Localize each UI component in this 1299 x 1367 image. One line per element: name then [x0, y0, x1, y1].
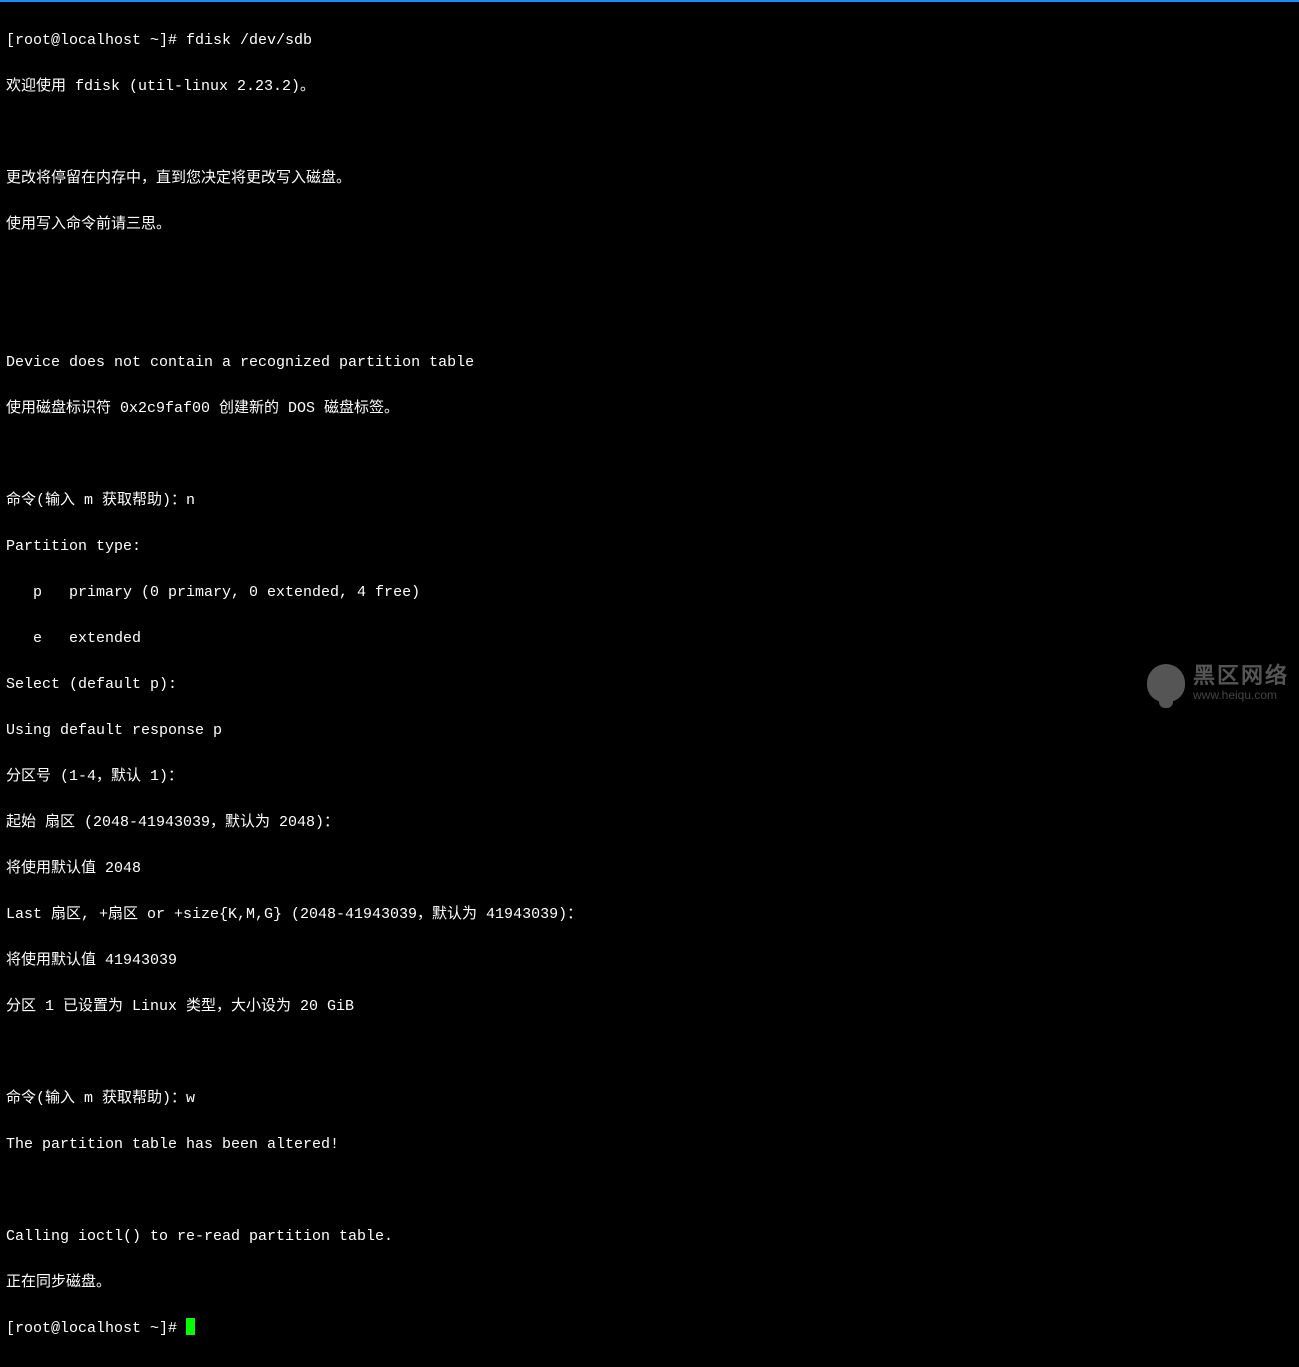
output-line: 起始 扇区 (2048-41943039，默认为 2048)： — [6, 811, 1293, 834]
output-line: 将使用默认值 41943039 — [6, 949, 1293, 972]
watermark: 黑区网络 www.heiqu.com — [1147, 664, 1289, 702]
watermark-title: 黑区网络 — [1193, 664, 1289, 688]
output-line: 更改将停留在内存中，直到您决定将更改写入磁盘。 — [6, 167, 1293, 190]
watermark-url: www.heiqu.com — [1193, 689, 1289, 702]
command-line-2: [root@localhost ~]# — [6, 1317, 1293, 1340]
cursor-icon — [186, 1318, 195, 1335]
output-line — [6, 305, 1293, 328]
output-line: 正在同步磁盘。 — [6, 1271, 1293, 1294]
watermark-text: 黑区网络 www.heiqu.com — [1193, 664, 1289, 701]
output-line: The partition table has been altered! — [6, 1133, 1293, 1156]
output-line — [6, 1041, 1293, 1064]
output-line: 欢迎使用 fdisk (util-linux 2.23.2)。 — [6, 75, 1293, 98]
output-line — [6, 443, 1293, 466]
output-line — [6, 259, 1293, 282]
output-line: 分区号 (1-4，默认 1)： — [6, 765, 1293, 788]
output-line: Select (default p): — [6, 673, 1293, 696]
output-line: Last 扇区, +扇区 or +size{K,M,G} (2048-41943… — [6, 903, 1293, 926]
output-line: 命令(输入 m 获取帮助)：n — [6, 489, 1293, 512]
output-line: 将使用默认值 2048 — [6, 857, 1293, 880]
output-line: 命令(输入 m 获取帮助)：w — [6, 1087, 1293, 1110]
command-line-1: [root@localhost ~]# fdisk /dev/sdb — [6, 29, 1293, 52]
command: fdisk /dev/sdb — [186, 32, 312, 49]
terminal[interactable]: [root@localhost ~]# fdisk /dev/sdb 欢迎使用 … — [0, 2, 1299, 1367]
output-line: 分区 1 已设置为 Linux 类型，大小设为 20 GiB — [6, 995, 1293, 1018]
prompt: [root@localhost ~]# — [6, 32, 186, 49]
prompt: [root@localhost ~]# — [6, 1320, 186, 1337]
output-line — [6, 121, 1293, 144]
output-line: Device does not contain a recognized par… — [6, 351, 1293, 374]
output-line: e extended — [6, 627, 1293, 650]
output-line: Calling ioctl() to re-read partition tab… — [6, 1225, 1293, 1248]
output-line: 使用磁盘标识符 0x2c9faf00 创建新的 DOS 磁盘标签。 — [6, 397, 1293, 420]
output-line — [6, 1179, 1293, 1202]
output-line: 使用写入命令前请三思。 — [6, 213, 1293, 236]
output-line: Partition type: — [6, 535, 1293, 558]
output-line: Using default response p — [6, 719, 1293, 742]
mushroom-icon — [1147, 664, 1185, 702]
output-line: p primary (0 primary, 0 extended, 4 free… — [6, 581, 1293, 604]
